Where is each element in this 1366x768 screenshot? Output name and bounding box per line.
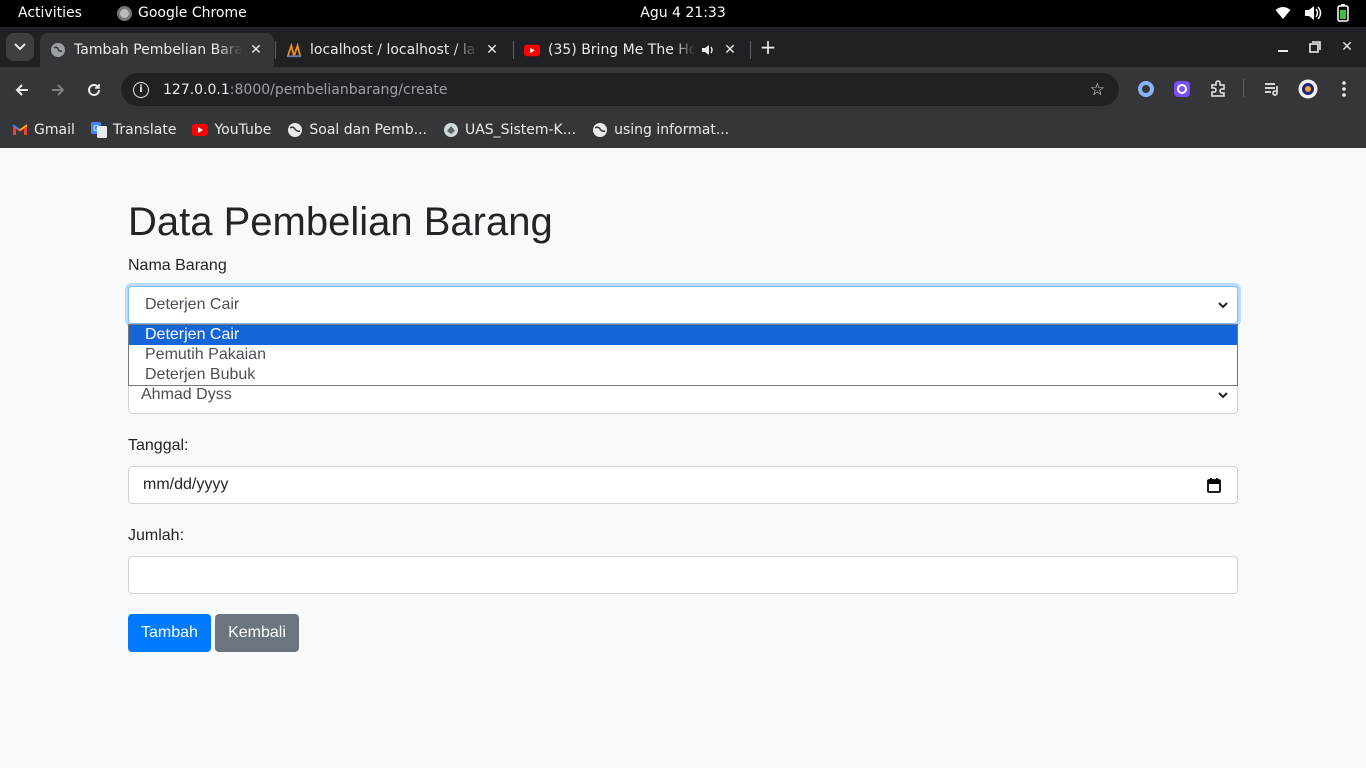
date-placeholder: mm/dd/yyyy (143, 476, 229, 493)
os-top-bar: Activities Google Chrome Agu 4 21:33 (0, 0, 1366, 27)
activities-button[interactable]: Activities (18, 5, 82, 21)
url-host: 127.0.0.1 (163, 81, 230, 98)
bookmark-label: UAS_Sistem-K... (464, 122, 577, 138)
profile-avatar[interactable] (1298, 79, 1318, 99)
tanggal-label: Tanggal: (128, 437, 189, 454)
globe-icon (592, 122, 608, 138)
svg-text:G: G (93, 124, 99, 133)
page-title: Data Pembelian Barang (128, 200, 553, 244)
select-value: Ahmad Dyss (141, 386, 232, 403)
chrome-icon (117, 5, 132, 21)
bookmark-translate[interactable]: G Translate (90, 122, 177, 138)
tab-close-icon[interactable]: ✕ (722, 42, 738, 58)
reload-icon[interactable] (82, 78, 106, 102)
nama-barang-label: Nama Barang (128, 257, 227, 274)
nama-barang-dropdown: Deterjen Cair Pemutih Pakaian Deterjen B… (128, 324, 1238, 386)
url-text[interactable]: 127.0.0.1:8000/pembelianbarang/create (163, 82, 447, 98)
bookmark-star-icon[interactable]: ☆ (1090, 80, 1105, 100)
media-control-icon[interactable] (1262, 79, 1282, 99)
university-icon (443, 122, 459, 138)
bookmark-gmail[interactable]: Gmail (12, 122, 75, 138)
battery-icon (1334, 4, 1352, 22)
bookmark-label: Gmail (34, 122, 75, 138)
kembali-button[interactable]: Kembali (215, 614, 299, 652)
chevron-down-icon (1217, 386, 1229, 409)
bookmark-youtube[interactable]: YouTube (192, 122, 271, 138)
translate-icon: G (90, 122, 107, 138)
wifi-icon (1274, 4, 1292, 22)
phpmyadmin-icon (286, 42, 302, 58)
select-value: Deterjen Cair (145, 296, 240, 313)
app-menu[interactable]: Google Chrome (117, 5, 247, 21)
system-tray[interactable] (1274, 4, 1352, 22)
extension-icon[interactable] (1136, 79, 1156, 99)
dropdown-option[interactable]: Pemutih Pakaian (129, 345, 1237, 365)
tab-title: Tambah Pembelian Barang (74, 42, 242, 58)
tab-strip: Tambah Pembelian Barang ✕ localhost / lo… (0, 27, 1366, 67)
maximize-icon[interactable] (1305, 37, 1325, 57)
youtube-icon (192, 122, 209, 138)
site-info-icon[interactable]: i (133, 81, 149, 98)
tab-tambah-pembelian[interactable]: Tambah Pembelian Barang ✕ (40, 33, 274, 67)
extension-icon[interactable] (1172, 79, 1192, 99)
url-path: :8000/pembelianbarang/create (229, 81, 448, 98)
bookmark-uas[interactable]: UAS_Sistem-K... (443, 122, 576, 138)
bookmark-label: Translate (112, 122, 177, 138)
bookmark-using[interactable]: using informat... (592, 122, 729, 138)
nama-barang-select[interactable]: Deterjen Cair (128, 286, 1238, 324)
tab-close-icon[interactable]: ✕ (248, 42, 264, 58)
back-arrow-icon[interactable] (10, 78, 34, 102)
new-tab-button[interactable]: + (758, 35, 778, 59)
bookmark-soal[interactable]: Soal dan Pemb... (287, 122, 427, 138)
jumlah-label: Jumlah: (128, 527, 185, 544)
jumlah-input[interactable] (128, 556, 1238, 594)
tab-title: (35) Bring Me The Horizon (548, 42, 696, 58)
calendar-icon[interactable] (1207, 477, 1221, 498)
volume-icon (1304, 4, 1322, 22)
bookmark-label: YouTube (214, 122, 272, 138)
tab-youtube[interactable]: (35) Bring Me The Horizon ✕ (514, 33, 748, 67)
kebab-menu-icon[interactable] (1334, 79, 1354, 99)
tab-search-button[interactable] (6, 33, 34, 61)
forward-arrow-icon[interactable] (46, 78, 70, 102)
minimize-icon[interactable] (1273, 37, 1293, 57)
toolbar-separator (1243, 79, 1244, 97)
tanggal-date-input[interactable]: mm/dd/yyyy (128, 466, 1238, 504)
tab-separator (750, 41, 751, 59)
dropdown-option[interactable]: Deterjen Cair (129, 325, 1237, 345)
bookmark-label: Soal dan Pemb... (309, 122, 427, 138)
address-bar[interactable]: i 127.0.0.1:8000/pembelianbarang/create … (121, 73, 1119, 106)
dropdown-option[interactable]: Deterjen Bubuk (129, 365, 1237, 385)
chevron-down-icon (1217, 296, 1229, 319)
gmail-icon (12, 122, 28, 138)
close-window-icon[interactable]: ✕ (1337, 37, 1357, 57)
tab-close-icon[interactable]: ✕ (484, 42, 500, 58)
youtube-icon (524, 42, 540, 58)
tab-title: localhost / localhost / laravel (310, 42, 478, 58)
globe-icon (287, 122, 303, 138)
globe-icon (50, 42, 66, 58)
tambah-button[interactable]: Tambah (128, 614, 211, 652)
chevron-down-icon (14, 43, 26, 51)
page-content: Data Pembelian Barang Nama Barang Deterj… (0, 148, 1366, 768)
browser-toolbar: i 127.0.0.1:8000/pembelianbarang/create … (0, 67, 1366, 112)
speaker-icon[interactable] (700, 42, 716, 58)
app-name: Google Chrome (138, 5, 247, 21)
tab-localhost-phpmyadmin[interactable]: localhost / localhost / laravel ✕ (276, 33, 510, 67)
puzzle-icon[interactable] (1208, 79, 1228, 99)
bookmarks-bar: Gmail G Translate YouTube Soal dan Pemb.… (0, 112, 1366, 148)
bookmark-label: using informat... (614, 122, 730, 138)
